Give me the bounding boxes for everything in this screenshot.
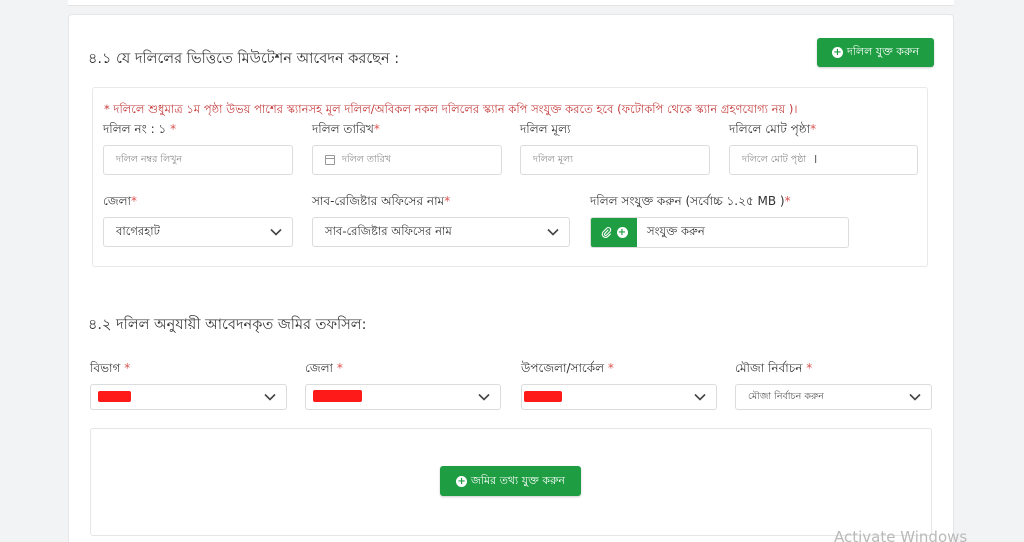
chevron-down-icon [270, 228, 282, 236]
chevron-down-icon [547, 228, 559, 236]
section-title-deed: ৪.১ যে দলিলের ভিত্তিতে মিউটেশন আবেদন করছ… [88, 51, 400, 67]
deed-date-label: দলিল তারিখ* [312, 122, 380, 136]
previous-card-edge [68, 0, 954, 6]
deed-no-label: দলিল নং : ১ * [103, 122, 177, 136]
text-cursor-icon: I [814, 153, 818, 166]
mouza-select-value: মৌজা নির্বাচন করুন [748, 390, 824, 402]
paperclip-icon [601, 227, 611, 238]
deed-value-input[interactable]: দলিল মূল্য [520, 145, 710, 175]
deed-pages-input[interactable]: দলিলে মোট পৃষ্ঠা [729, 145, 918, 175]
add-deed-button-label: দলিল যুক্ত করুন [846, 45, 920, 58]
plus-circle-icon: + [616, 227, 628, 238]
deed-pages-placeholder: দলিলে মোট পৃষ্ঠা [742, 153, 807, 165]
plus-circle-icon: + [831, 47, 843, 58]
district-select-value: বাগেরহাট [116, 223, 160, 238]
district-label: জেলা* [103, 194, 138, 208]
sub-registry-label: সাব-রেজিষ্টার অফিসের নাম* [312, 194, 451, 208]
sub-registry-select-value: সাব-রেজিষ্টার অফিসের নাম [325, 223, 452, 238]
attach-deed-label: দলিল সংযুক্ত করুন (সর্বোচ্চ ১.২৫ MB )* [590, 194, 791, 208]
redaction-mark [313, 390, 362, 402]
redaction-mark [524, 391, 562, 402]
chevron-down-icon [264, 393, 276, 401]
add-land-info-button-label: জমির তথ্য যুক্ত করুন [471, 473, 565, 487]
add-land-info-button[interactable]: + জমির তথ্য যুক্ত করুন [440, 466, 581, 496]
deed-date-input[interactable]: দলিল তারিখ [312, 145, 502, 175]
deed-no-input[interactable]: দলিল নম্বর লিখুন [103, 145, 293, 175]
chevron-down-icon [478, 393, 490, 401]
division-label: বিভাগ * [90, 361, 131, 375]
attach-file-button[interactable]: + [591, 218, 637, 247]
sub-registry-select[interactable]: সাব-রেজিষ্টার অফিসের নাম [312, 217, 570, 247]
land-district-label: জেলা * [305, 361, 343, 375]
section-title-land: ৪.২ দলিল অনুযায়ী আবেদনকৃত জমির তফসিল: [88, 317, 367, 333]
deed-value-label: দলিল মূল্য [520, 122, 571, 136]
activate-windows-watermark: Activate Windows [834, 528, 968, 542]
redaction-mark [98, 391, 131, 402]
mouza-select[interactable]: মৌজা নির্বাচন করুন [735, 384, 932, 410]
district-select[interactable]: বাগেরহাট [103, 217, 293, 247]
calendar-icon [325, 155, 335, 165]
attach-deed-control[interactable]: + সংযুক্ত করুন [590, 217, 849, 248]
deed-value-placeholder: দলিল মূল্য [533, 153, 573, 165]
chevron-down-icon [909, 393, 921, 401]
chevron-down-icon [694, 393, 706, 401]
deed-date-placeholder: দলিল তারিখ [342, 153, 391, 165]
upload-notice: * দলিলে শুধুমাত্র ১ম পৃষ্ঠা উভয় পাশের স… [104, 102, 798, 116]
deed-pages-label: দলিলে মোট পৃষ্ঠা* [729, 122, 817, 136]
plus-circle-icon: + [456, 475, 468, 487]
deed-no-placeholder: দলিল নম্বর লিখুন [116, 153, 183, 165]
add-deed-button[interactable]: + দলিল যুক্ত করুন [817, 38, 934, 67]
attach-file-text: সংযুক্ত করুন [647, 224, 705, 238]
mouza-label: মৌজা নির্বাচন * [735, 361, 813, 375]
upazila-label: উপজেলা/সার্কেল * [521, 361, 614, 375]
